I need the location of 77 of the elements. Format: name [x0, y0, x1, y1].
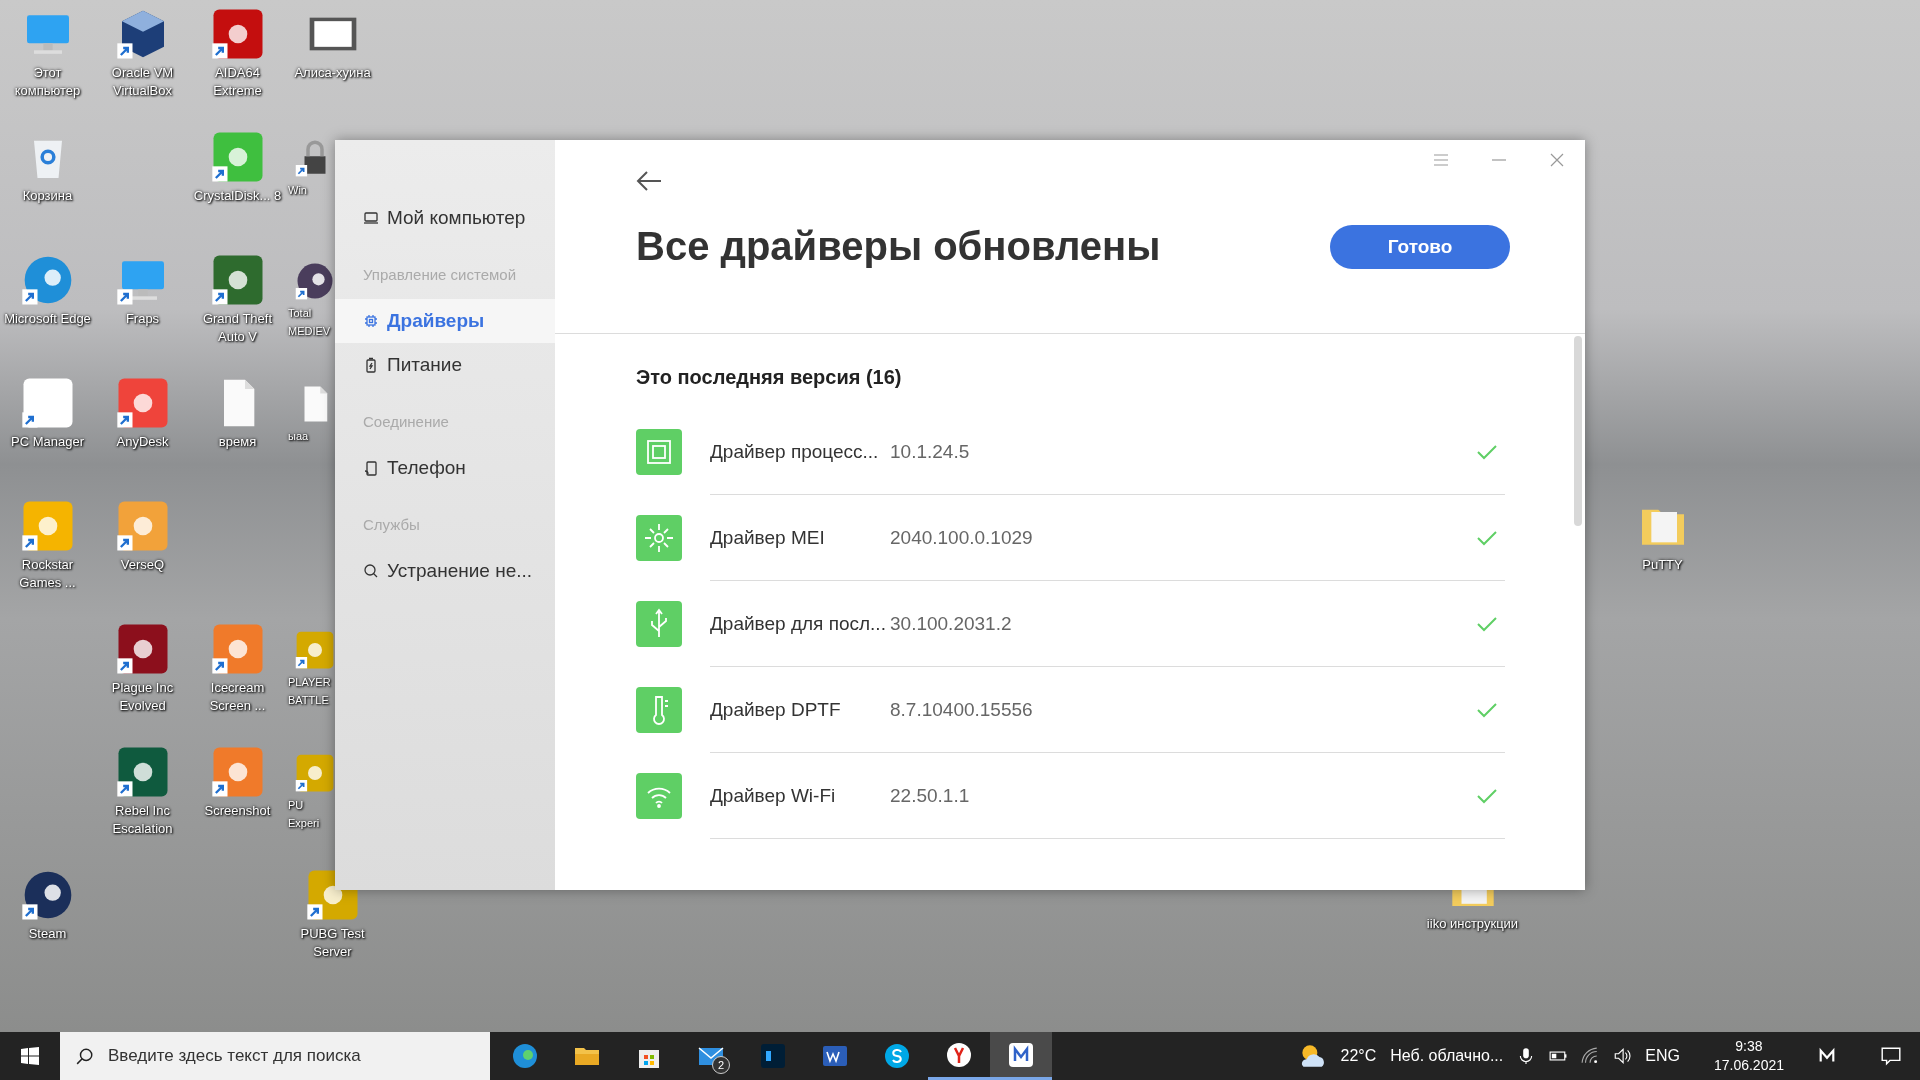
driver-version: 30.100.2031.2	[890, 612, 1013, 635]
sidebar-heading: Управление системой	[362, 265, 517, 285]
driver-version: 2040.100.0.1029	[890, 526, 1034, 549]
driver-name: Драйвер Wi-Fi	[710, 784, 837, 807]
desktop-icon-label[interactable]: Steam	[1, 925, 94, 943]
sidebar-item[interactable]: Питание	[335, 343, 555, 387]
desktop-icon-label[interactable]: Screenshot	[191, 802, 284, 820]
taskbar-app[interactable]	[990, 1032, 1052, 1080]
desktop-icon-label[interactable]: Rockstar Games ...	[1, 556, 94, 592]
speaker-icon[interactable]	[1613, 1047, 1632, 1065]
desktop-icon-label[interactable]: Rebel Inc Escalation	[96, 802, 189, 838]
driver-version: 10.1.24.5	[890, 440, 971, 463]
desktop-icon-label[interactable]: ыаа	[288, 427, 334, 445]
desktop-icon-label[interactable]: PUBG Test Server	[286, 925, 379, 961]
desktop-icon-label[interactable]: Fraps	[96, 310, 189, 328]
sidebar-item[interactable]: Устранение не...	[335, 549, 555, 593]
battery-icon	[363, 357, 379, 373]
laptop-icon	[363, 210, 379, 226]
desktop-icon-label[interactable]: Этот компьютер	[1, 64, 94, 100]
chip-icon	[363, 313, 379, 329]
desktop-icon-label[interactable]: Grand Theft Auto V	[191, 310, 284, 346]
browser-icon	[945, 1040, 973, 1069]
search-field[interactable]: Введите здесь текст для поиска	[60, 1032, 490, 1080]
driver-version: 22.50.1.1	[890, 784, 971, 807]
desktop-icon-label[interactable]: Microsoft Edge	[1, 310, 94, 328]
done-button[interactable]: Готово	[1330, 224, 1510, 269]
weather-text[interactable]: Неб. облачно...	[1390, 1047, 1504, 1065]
phone-icon	[363, 460, 379, 476]
desktop-icon-label[interactable]: CrystalDisk... 8	[191, 187, 284, 205]
usb-icon	[636, 601, 682, 647]
notification-icon[interactable]	[1880, 1045, 1902, 1067]
driver-name: Драйвер MEI	[710, 526, 826, 549]
crosshair-icon	[636, 515, 682, 561]
sidebar-heading: Службы	[362, 515, 421, 535]
chip-icon	[636, 429, 682, 475]
chat-app-icon	[883, 1042, 911, 1070]
sidebar-item[interactable]: Телефон	[335, 446, 555, 490]
scrollbar-thumb[interactable]	[1574, 336, 1582, 526]
driver-name: Драйвер для посл...	[710, 612, 887, 635]
back-arrow-icon[interactable]	[636, 170, 662, 192]
desktop-icon-label[interactable]: iiko инструкции	[1426, 915, 1519, 933]
desktop-icon-label[interactable]: PLAYER BATTLE	[288, 673, 334, 709]
desktop-icon-label[interactable]: Алиса-хуина	[286, 64, 379, 82]
badge: 2	[712, 1056, 730, 1074]
sidebar-heading: Соединение	[362, 412, 450, 432]
sidebar-item[interactable]: Драйверы	[335, 299, 555, 343]
taskbar-app[interactable]: 2	[680, 1032, 742, 1080]
wifi-icon	[636, 773, 682, 819]
page-title: Все драйверы обновлены	[636, 224, 1161, 269]
section-title: Это последняя версия (16)	[636, 366, 903, 389]
desktop-icon-label[interactable]: Plague Inc Evolved	[96, 679, 189, 715]
manager-app-icon	[1007, 1040, 1035, 1069]
driver-version: 8.7.10400.15556	[890, 698, 1034, 721]
desktop-icon-label[interactable]: AnyDesk	[96, 433, 189, 451]
desktop-icon-label[interactable]: Win	[288, 181, 334, 199]
desktop-icon-label[interactable]: Oracle VM VirtualBox	[96, 64, 189, 100]
desktop-icon-label[interactable]: PU Experi	[288, 796, 334, 832]
temperature[interactable]: 22°C	[1340, 1047, 1377, 1065]
browser-icon	[511, 1042, 539, 1070]
thermometer-icon	[636, 687, 682, 733]
wifi-icon[interactable]	[1581, 1047, 1600, 1065]
close-icon[interactable]	[1549, 152, 1565, 168]
desktop-icon-label[interactable]: VerseQ	[96, 556, 189, 574]
clock-time[interactable]: 9:38	[1735, 1037, 1763, 1056]
photo-editor-icon	[759, 1042, 787, 1070]
desktop-icon-label[interactable]: время	[191, 433, 284, 451]
driver-name: Драйвер процесс...	[710, 440, 880, 463]
sidebar-item[interactable]: Мой компьютер	[335, 196, 555, 240]
language-indicator[interactable]: ENG	[1645, 1047, 1680, 1065]
desktop-icon-label[interactable]: PC Manager	[1, 433, 94, 451]
app-tile-icon[interactable]	[294, 629, 336, 671]
desktop-icon-label[interactable]: PuTTY	[1616, 556, 1709, 574]
search-icon	[363, 563, 379, 579]
desktop-icon-label[interactable]: Icecream Screen ...	[191, 679, 284, 715]
app-tile-icon[interactable]	[294, 752, 336, 794]
driver-name: Драйвер DPTF	[710, 698, 842, 721]
clock-date[interactable]: 17.06.2021	[1713, 1056, 1784, 1075]
